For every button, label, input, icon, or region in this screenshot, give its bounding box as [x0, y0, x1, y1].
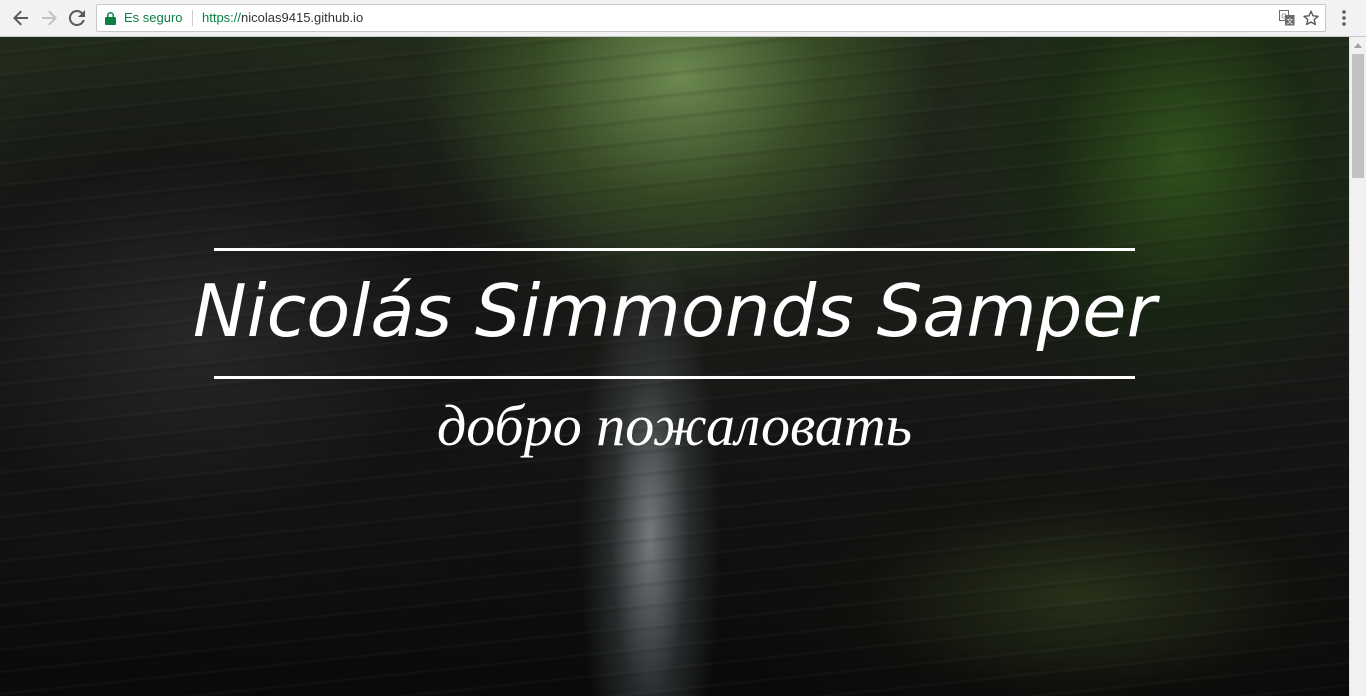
forward-arrow-icon: [42, 10, 57, 26]
url-scheme: https://: [202, 10, 242, 25]
reload-icon: [69, 10, 85, 26]
scroll-up-arrow-icon[interactable]: [1354, 43, 1362, 48]
back-arrow-icon: [13, 10, 28, 26]
lock-icon: [105, 12, 116, 25]
hero-bottom-rule: [214, 376, 1135, 379]
hero-name: Nicolás Simmonds Samper: [192, 269, 1157, 353]
translate-icon[interactable]: G 文: [1279, 10, 1295, 26]
svg-text:文: 文: [1286, 17, 1293, 26]
page-scrollbar[interactable]: [1349, 37, 1366, 696]
scroll-thumb[interactable]: [1352, 54, 1364, 178]
forward-button[interactable]: [37, 6, 61, 30]
back-button[interactable]: [9, 6, 33, 30]
browser-menu-button[interactable]: [1334, 7, 1354, 29]
star-icon[interactable]: [1303, 10, 1319, 26]
hero-greeting: добро пожаловать: [436, 393, 913, 458]
background-overlay: [0, 37, 1349, 696]
address-bar[interactable]: Es seguro https://nicolas9415.github.io …: [96, 4, 1326, 32]
reload-button[interactable]: [65, 6, 89, 30]
security-label[interactable]: Es seguro: [124, 10, 183, 26]
page-viewport: Nicolás Simmonds Samper добро пожаловать: [0, 37, 1349, 696]
kebab-menu-icon: [1342, 10, 1346, 26]
hero-top-rule: [214, 248, 1135, 251]
url-text[interactable]: https://nicolas9415.github.io: [202, 10, 363, 26]
url-host: nicolas9415.github.io: [241, 10, 364, 25]
browser-toolbar: Es seguro https://nicolas9415.github.io …: [0, 0, 1366, 37]
omnibox-divider: [192, 10, 193, 26]
